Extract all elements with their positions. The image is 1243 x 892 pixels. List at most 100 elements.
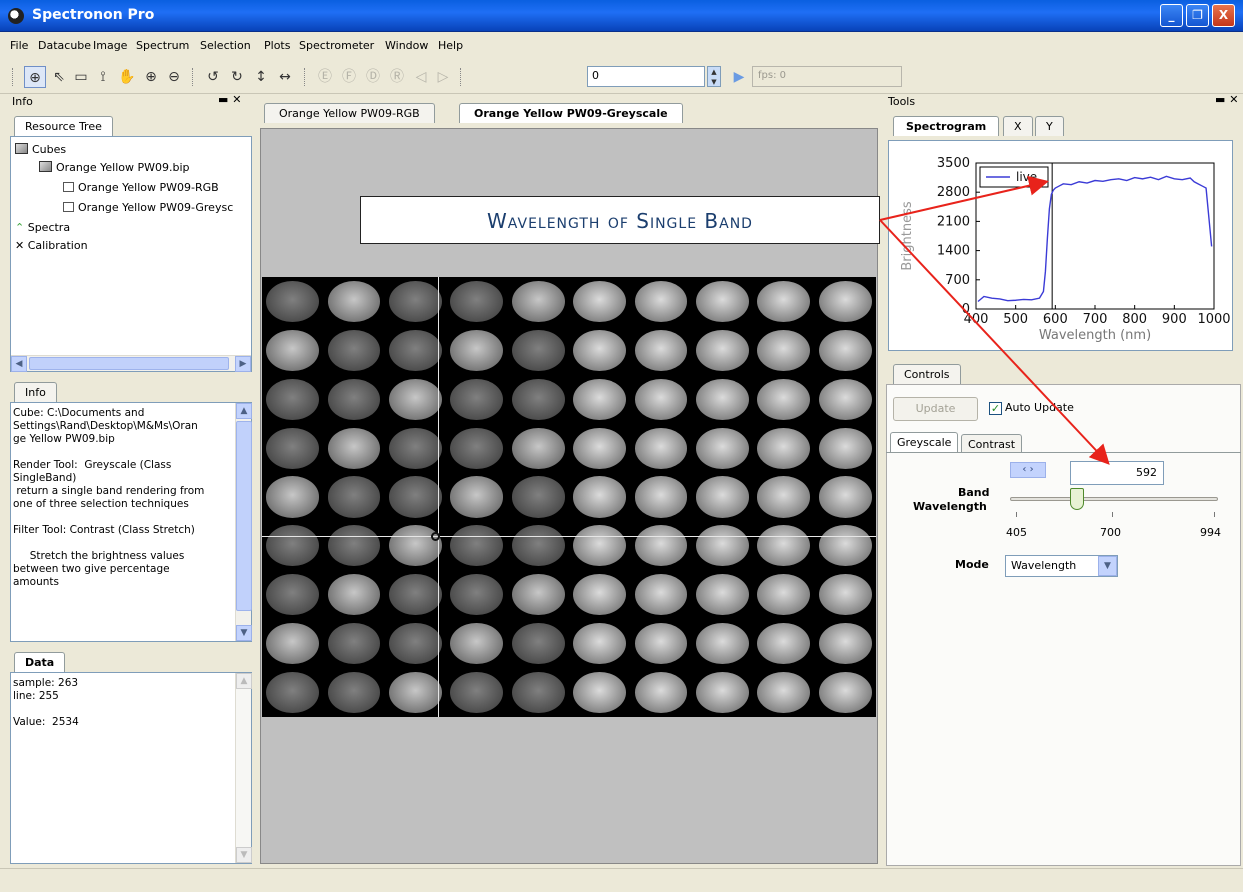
tree-label: Orange Yellow PW09.bip [56, 161, 190, 174]
berry [266, 672, 320, 714]
band-slider-track[interactable] [1010, 497, 1218, 501]
rotate-right-icon[interactable]: ↻ [226, 66, 248, 88]
flip-vertical-icon[interactable]: ↕ [250, 66, 272, 88]
zoom-out-icon[interactable]: ⊖ [163, 66, 185, 88]
berry [573, 672, 627, 714]
zoom-in-icon[interactable]: ⊕ [140, 66, 162, 88]
crosshair-center[interactable] [431, 532, 440, 541]
scroll-right-icon[interactable]: ▶ [235, 356, 251, 372]
menu-datacube[interactable]: Datacube [38, 39, 91, 52]
band-stepper[interactable]: ‹ › [1010, 462, 1046, 478]
update-button[interactable]: Update [893, 397, 978, 421]
berry [389, 476, 442, 518]
tab-info[interactable]: Info [14, 382, 57, 402]
tab-spectrogram[interactable]: Spectrogram [893, 116, 1000, 136]
berry [327, 672, 381, 714]
dock-close-icon[interactable]: ▬ ✕ [1215, 93, 1238, 106]
restore-button[interactable]: ❐ [1186, 4, 1209, 27]
tree-item-spectra[interactable]: ⌃ Spectra [15, 221, 70, 234]
berry [634, 329, 688, 371]
menu-spectrum[interactable]: Spectrum [136, 39, 189, 52]
scroll-up-icon[interactable]: ▲ [236, 673, 252, 689]
dock-close-icon[interactable]: ▬ ✕ [218, 93, 241, 106]
scroll-down-icon[interactable]: ▼ [236, 625, 252, 641]
legend-label: live [1016, 170, 1037, 184]
frame-number-input[interactable]: 0 [587, 66, 705, 87]
crosshair-tool-icon[interactable]: ⊕ [24, 66, 46, 88]
vertical-scrollbar[interactable]: ▲ ▼ [235, 403, 252, 641]
tab-contrast[interactable]: Contrast [961, 434, 1023, 452]
berry [266, 378, 320, 420]
berry [266, 280, 320, 322]
vertical-scrollbar[interactable]: ▲ ▼ [235, 673, 252, 863]
tab-divider [886, 452, 1241, 453]
menu-help[interactable]: Help [438, 39, 463, 52]
pan-hand-icon[interactable]: ✋ [116, 66, 138, 88]
menu-file[interactable]: File [10, 39, 28, 52]
band-slider-thumb[interactable] [1070, 488, 1084, 510]
horizontal-scrollbar[interactable]: ◀ ▶ [11, 355, 251, 372]
menu-plots[interactable]: Plots [264, 39, 290, 52]
frame-spinner[interactable]: ▲ ▼ [707, 66, 721, 87]
berry [757, 623, 811, 665]
menu-window[interactable]: Window [385, 39, 428, 52]
chevron-down-icon[interactable]: ▼ [1098, 556, 1117, 576]
tab-greyscale-view[interactable]: Orange Yellow PW09-Greyscale [459, 103, 683, 123]
scroll-thumb[interactable] [236, 421, 252, 611]
berry [573, 574, 627, 616]
berry [511, 623, 565, 665]
tab-y[interactable]: Y [1035, 116, 1064, 136]
tab-x[interactable]: X [1003, 116, 1033, 136]
scroll-down-icon[interactable]: ▼ [236, 847, 252, 863]
lasso-select-icon[interactable]: ⟟ [92, 66, 114, 88]
e-circle-icon[interactable]: Ⓔ [314, 66, 336, 88]
scroll-left-icon[interactable]: ◀ [11, 356, 27, 372]
tree-item-calibration[interactable]: ✕ Calibration [15, 239, 88, 252]
berry [450, 574, 504, 616]
berry [634, 672, 688, 714]
spectra-icon: ⌃ [15, 221, 28, 234]
tab-data[interactable]: Data [14, 652, 66, 672]
spectrogram-chart[interactable]: 400 500 600 700 800 900 1000070014002100280035… [889, 141, 1234, 352]
menu-image[interactable]: Image [93, 39, 127, 52]
tree-item-cubes[interactable]: Cubes [15, 143, 66, 156]
berry [450, 427, 504, 469]
pointer-tool-icon[interactable]: ⇖ [48, 66, 70, 88]
info-text: Cube: C:\Documents and Settings\Rand\Des… [13, 407, 205, 588]
r-circle-icon[interactable]: Ⓡ [386, 66, 408, 88]
play-icon[interactable]: ▶ [728, 66, 750, 88]
scroll-thumb[interactable] [29, 357, 229, 370]
berry [757, 427, 811, 469]
tree-item-greyscale[interactable]: Orange Yellow PW09-Greysc [63, 201, 233, 214]
berry [818, 672, 872, 714]
tab-controls[interactable]: Controls [893, 364, 961, 384]
flip-horizontal-icon[interactable]: ↔ [274, 66, 296, 88]
previous-frame-icon[interactable]: ◁ [410, 66, 432, 88]
rectangle-select-icon[interactable]: ▭ [70, 66, 92, 88]
greyscale-image[interactable] [262, 277, 876, 717]
menu-selection[interactable]: Selection [200, 39, 251, 52]
berry [818, 476, 872, 518]
berry [327, 623, 381, 665]
next-frame-icon[interactable]: ▷ [432, 66, 454, 88]
tab-rgb-view[interactable]: Orange Yellow PW09-RGB [264, 103, 435, 123]
auto-update-checkbox[interactable]: ✓ [989, 402, 1002, 415]
mode-label: Mode [955, 558, 989, 571]
menu-spectrometer[interactable]: Spectrometer [299, 39, 374, 52]
berry [511, 280, 565, 322]
band-wavelength-input[interactable]: 592 [1070, 461, 1164, 485]
berry [757, 574, 811, 616]
close-button[interactable]: X [1212, 4, 1235, 27]
f-circle-icon[interactable]: Ⓕ [338, 66, 360, 88]
berry [573, 476, 627, 518]
tab-greyscale[interactable]: Greyscale [890, 432, 959, 452]
slider-mid-label: 700 [1100, 526, 1121, 539]
minimize-button[interactable]: _ [1160, 4, 1183, 27]
scroll-up-icon[interactable]: ▲ [236, 403, 252, 419]
tab-resource-tree[interactable]: Resource Tree [14, 116, 113, 136]
tree-item-cube-file[interactable]: Orange Yellow PW09.bip [39, 161, 190, 174]
data-panel: sample: 263 line: 255 Value: 2534 ▲ ▼ [10, 672, 252, 864]
d-circle-icon[interactable]: Ⓓ [362, 66, 384, 88]
rotate-left-icon[interactable]: ↺ [202, 66, 224, 88]
tree-item-rgb[interactable]: Orange Yellow PW09-RGB [63, 181, 219, 194]
